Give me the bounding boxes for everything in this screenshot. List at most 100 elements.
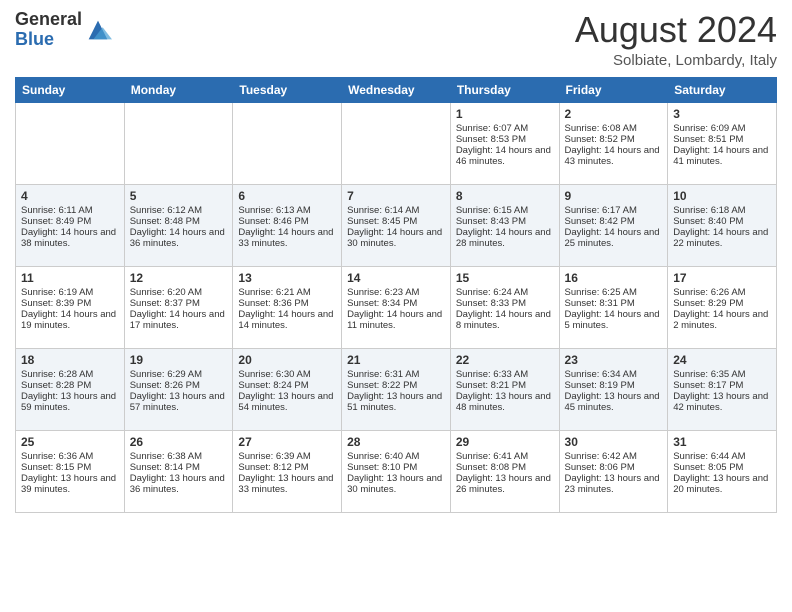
calendar-cell-w3-d4: 14 Sunrise: 6:23 AMSunset: 8:34 PMDayligh… (342, 266, 451, 348)
sunset-text: Sunset: 8:31 PM (565, 298, 663, 309)
sunrise-text: Sunrise: 6:33 AM (456, 369, 554, 380)
day-number: 29 (456, 435, 554, 449)
day-number: 1 (456, 107, 554, 121)
sunset-text: Sunset: 8:24 PM (238, 380, 336, 391)
sunrise-text: Sunrise: 6:40 AM (347, 451, 445, 462)
sunset-text: Sunset: 8:22 PM (347, 380, 445, 391)
logo-text: General Blue (15, 10, 82, 50)
sunset-text: Sunset: 8:53 PM (456, 134, 554, 145)
calendar-cell-w5-d1: 25Sunrise: 6:36 AMSunset: 8:15 PMDayligh… (16, 430, 125, 512)
header: General Blue August 2024 Solbiate, Lomba… (15, 10, 777, 69)
daylight-text: Daylight: 13 hours and 26 minutes. (456, 473, 554, 495)
calendar-cell-w1-d2 (124, 102, 233, 184)
daylight-text: Daylight: 13 hours and 45 minutes. (565, 391, 663, 413)
col-monday: Monday (124, 77, 233, 102)
calendar-cell-w3-d6: 16Sunrise: 6:25 AMSunset: 8:31 PMDayligh… (559, 266, 668, 348)
logo-blue: Blue (15, 30, 82, 50)
day-number: 15 (456, 271, 554, 285)
month-title: August 2024 (575, 10, 777, 50)
sunset-text: Sunset: 8:19 PM (565, 380, 663, 391)
sunset-text: Sunset: 8:05 PM (673, 462, 771, 473)
sunrise-text: Sunrise: 6:41 AM (456, 451, 554, 462)
sunset-text: Sunset: 8:21 PM (456, 380, 554, 391)
calendar-cell-w2-d5: 8Sunrise: 6:15 AMSunset: 8:43 PMDaylight… (450, 184, 559, 266)
sunrise-text: Sunrise: 6:44 AM (673, 451, 771, 462)
location: Solbiate, Lombardy, Italy (575, 52, 777, 69)
sunrise-text: Sunrise: 6:18 AM (673, 205, 771, 216)
daylight-text: Daylight: 14 hours and 11 minutes. (347, 309, 445, 331)
day-number: 8 (456, 189, 554, 203)
daylight-text: Daylight: 13 hours and 33 minutes. (238, 473, 336, 495)
sunrise-text: Sunrise: 6:34 AM (565, 369, 663, 380)
daylight-text: Daylight: 13 hours and 36 minutes. (130, 473, 228, 495)
calendar-cell-w1-d6: 2Sunrise: 6:08 AMSunset: 8:52 PMDaylight… (559, 102, 668, 184)
sunset-text: Sunset: 8:49 PM (21, 216, 119, 227)
calendar-cell-w1-d1 (16, 102, 125, 184)
daylight-text: Daylight: 14 hours and 2 minutes. (673, 309, 771, 331)
calendar-cell-w2-d1: 4Sunrise: 6:11 AMSunset: 8:49 PMDaylight… (16, 184, 125, 266)
sunrise-text: Sunrise: 6:39 AM (238, 451, 336, 462)
sunset-text: Sunset: 8:08 PM (456, 462, 554, 473)
sunrise-text: Sunrise: 6:38 AM (130, 451, 228, 462)
sunset-text: Sunset: 8:45 PM (347, 216, 445, 227)
sunset-text: Sunset: 8:06 PM (565, 462, 663, 473)
day-number: 7 (347, 189, 445, 203)
sunrise-text: Sunrise: 6:07 AM (456, 123, 554, 134)
sunrise-text: Sunrise: 6:20 AM (130, 287, 228, 298)
sunset-text: Sunset: 8:51 PM (673, 134, 771, 145)
title-section: August 2024 Solbiate, Lombardy, Italy (575, 10, 777, 69)
sunrise-text: Sunrise: 6:19 AM (21, 287, 119, 298)
sunrise-text: Sunrise: 6:17 AM (565, 205, 663, 216)
daylight-text: Daylight: 14 hours and 46 minutes. (456, 145, 554, 167)
calendar-cell-w5-d3: 27Sunrise: 6:39 AMSunset: 8:12 PMDayligh… (233, 430, 342, 512)
daylight-text: Daylight: 13 hours and 30 minutes. (347, 473, 445, 495)
sunset-text: Sunset: 8:34 PM (347, 298, 445, 309)
day-number: 13 (238, 271, 336, 285)
calendar-cell-w4-d1: 18Sunrise: 6:28 AMSunset: 8:28 PMDayligh… (16, 348, 125, 430)
daylight-text: Daylight: 13 hours and 23 minutes. (565, 473, 663, 495)
sunrise-text: Sunrise: 6:23 AM (347, 287, 445, 298)
sunrise-text: Sunrise: 6:28 AM (21, 369, 119, 380)
day-number: 5 (130, 189, 228, 203)
col-sunday: Sunday (16, 77, 125, 102)
sunrise-text: Sunrise: 6:30 AM (238, 369, 336, 380)
sunrise-text: Sunrise: 6:24 AM (456, 287, 554, 298)
sunrise-text: Sunrise: 6:35 AM (673, 369, 771, 380)
day-number: 21 (347, 353, 445, 367)
calendar-cell-w2-d6: 9Sunrise: 6:17 AMSunset: 8:42 PMDaylight… (559, 184, 668, 266)
calendar-week-3: 11Sunrise: 6:19 AMSunset: 8:39 PMDayligh… (16, 266, 777, 348)
sunrise-text: Sunrise: 6:29 AM (130, 369, 228, 380)
daylight-text: Daylight: 13 hours and 51 minutes. (347, 391, 445, 413)
sunrise-text: Sunrise: 6:15 AM (456, 205, 554, 216)
calendar-table: Sunday Monday Tuesday Wednesday Thursday… (15, 77, 777, 513)
daylight-text: Daylight: 14 hours and 41 minutes. (673, 145, 771, 167)
sunrise-text: Sunrise: 6:11 AM (21, 205, 119, 216)
daylight-text: Daylight: 14 hours and 28 minutes. (456, 227, 554, 249)
sunrise-text: Sunrise: 6:25 AM (565, 287, 663, 298)
calendar-cell-w4-d6: 23Sunrise: 6:34 AMSunset: 8:19 PMDayligh… (559, 348, 668, 430)
sunrise-text: Sunrise: 6:09 AM (673, 123, 771, 134)
daylight-text: Daylight: 14 hours and 33 minutes. (238, 227, 336, 249)
sunrise-text: Sunrise: 6:08 AM (565, 123, 663, 134)
calendar-cell-w5-d5: 29 Sunrise: 6:41 AMSunset: 8:08 PMDayligh… (450, 430, 559, 512)
daylight-text: Daylight: 14 hours and 8 minutes. (456, 309, 554, 331)
calendar-cell-w2-d4: 7Sunrise: 6:14 AMSunset: 8:45 PMDaylight… (342, 184, 451, 266)
daylight-text: Daylight: 14 hours and 25 minutes. (565, 227, 663, 249)
daylight-text: Daylight: 14 hours and 43 minutes. (565, 145, 663, 167)
sunset-text: Sunset: 8:40 PM (673, 216, 771, 227)
col-saturday: Saturday (668, 77, 777, 102)
calendar-week-5: 25Sunrise: 6:36 AMSunset: 8:15 PMDayligh… (16, 430, 777, 512)
calendar-cell-w4-d7: 24Sunrise: 6:35 AMSunset: 8:17 PMDayligh… (668, 348, 777, 430)
daylight-text: Daylight: 13 hours and 39 minutes. (21, 473, 119, 495)
calendar-cell-w4-d5: 22Sunrise: 6:33 AMSunset: 8:21 PMDayligh… (450, 348, 559, 430)
calendar-cell-w1-d4 (342, 102, 451, 184)
daylight-text: Daylight: 14 hours and 22 minutes. (673, 227, 771, 249)
day-number: 25 (21, 435, 119, 449)
day-number: 14 (347, 271, 445, 285)
sunset-text: Sunset: 8:39 PM (21, 298, 119, 309)
calendar-cell-w3-d1: 11Sunrise: 6:19 AMSunset: 8:39 PMDayligh… (16, 266, 125, 348)
sunrise-text: Sunrise: 6:36 AM (21, 451, 119, 462)
daylight-text: Daylight: 13 hours and 57 minutes. (130, 391, 228, 413)
daylight-text: Daylight: 14 hours and 5 minutes. (565, 309, 663, 331)
calendar-cell-w2-d7: 10Sunrise: 6:18 AMSunset: 8:40 PMDayligh… (668, 184, 777, 266)
